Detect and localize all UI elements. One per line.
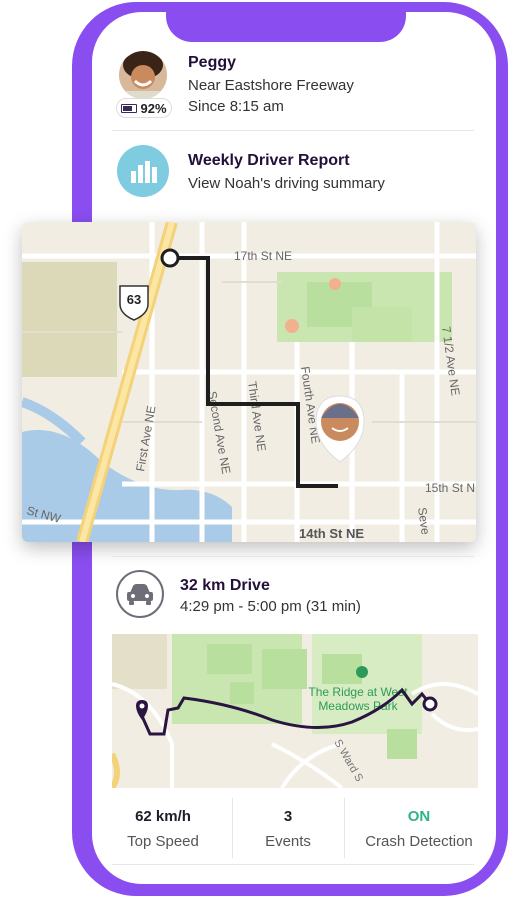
- street-label-14th: 14th St NE: [299, 526, 364, 541]
- stat-events-value: 3: [283, 808, 293, 825]
- member-name[interactable]: Peggy: [188, 54, 236, 72]
- park-icon: [356, 666, 368, 678]
- drive-end-icon: [422, 696, 438, 712]
- divider: [112, 130, 474, 131]
- member-location: Near Eastshore Freeway: [188, 77, 354, 94]
- weekly-report-title[interactable]: Weekly Driver Report: [188, 152, 350, 170]
- drive-map[interactable]: The Ridge at West Meadows Park S Ward S: [112, 634, 478, 788]
- battery-level: 92%: [140, 100, 167, 116]
- street-label-17th: 17th St NE: [234, 249, 292, 263]
- divider: [112, 556, 474, 557]
- car-icon: [116, 570, 164, 618]
- stat-events: 3 Events: [229, 808, 347, 850]
- bar-chart-icon[interactable]: [117, 145, 169, 197]
- stat-top-speed-label: Top Speed: [127, 833, 199, 850]
- street-label-15th: 15th St N: [425, 481, 475, 495]
- map-canvas: 63 17th St NE Second Ave NE Third Ave NE…: [22, 222, 476, 542]
- stat-top-speed: 62 km/h Top Speed: [104, 808, 222, 850]
- drive-time: 4:29 pm - 5:00 pm (31 min): [180, 598, 361, 615]
- battery-icon: [121, 103, 138, 113]
- route-shield-63: 63: [127, 292, 141, 307]
- stat-crash-detection-label: Crash Detection: [365, 833, 473, 850]
- battery-badge: 92%: [116, 98, 172, 118]
- weekly-report-subtitle: View Noah's driving summary: [188, 175, 385, 192]
- member-since: Since 8:15 am: [188, 98, 284, 115]
- drive-map-canvas: The Ridge at West Meadows Park S Ward S: [112, 634, 478, 788]
- divider: [344, 798, 345, 858]
- member-avatar[interactable]: [119, 51, 167, 99]
- divider: [112, 864, 474, 865]
- drive-title[interactable]: 32 km Drive: [180, 577, 270, 595]
- live-map[interactable]: 63 17th St NE Second Ave NE Third Ave NE…: [22, 222, 476, 542]
- stat-crash-detection: ON Crash Detection: [360, 808, 478, 850]
- stat-crash-detection-value: ON: [407, 808, 431, 825]
- phone-notch: [166, 2, 406, 42]
- stat-top-speed-value: 62 km/h: [135, 808, 191, 825]
- route-start-icon: [160, 248, 180, 268]
- stat-events-label: Events: [265, 833, 311, 850]
- park-label-line2: Meadows Park: [318, 699, 398, 713]
